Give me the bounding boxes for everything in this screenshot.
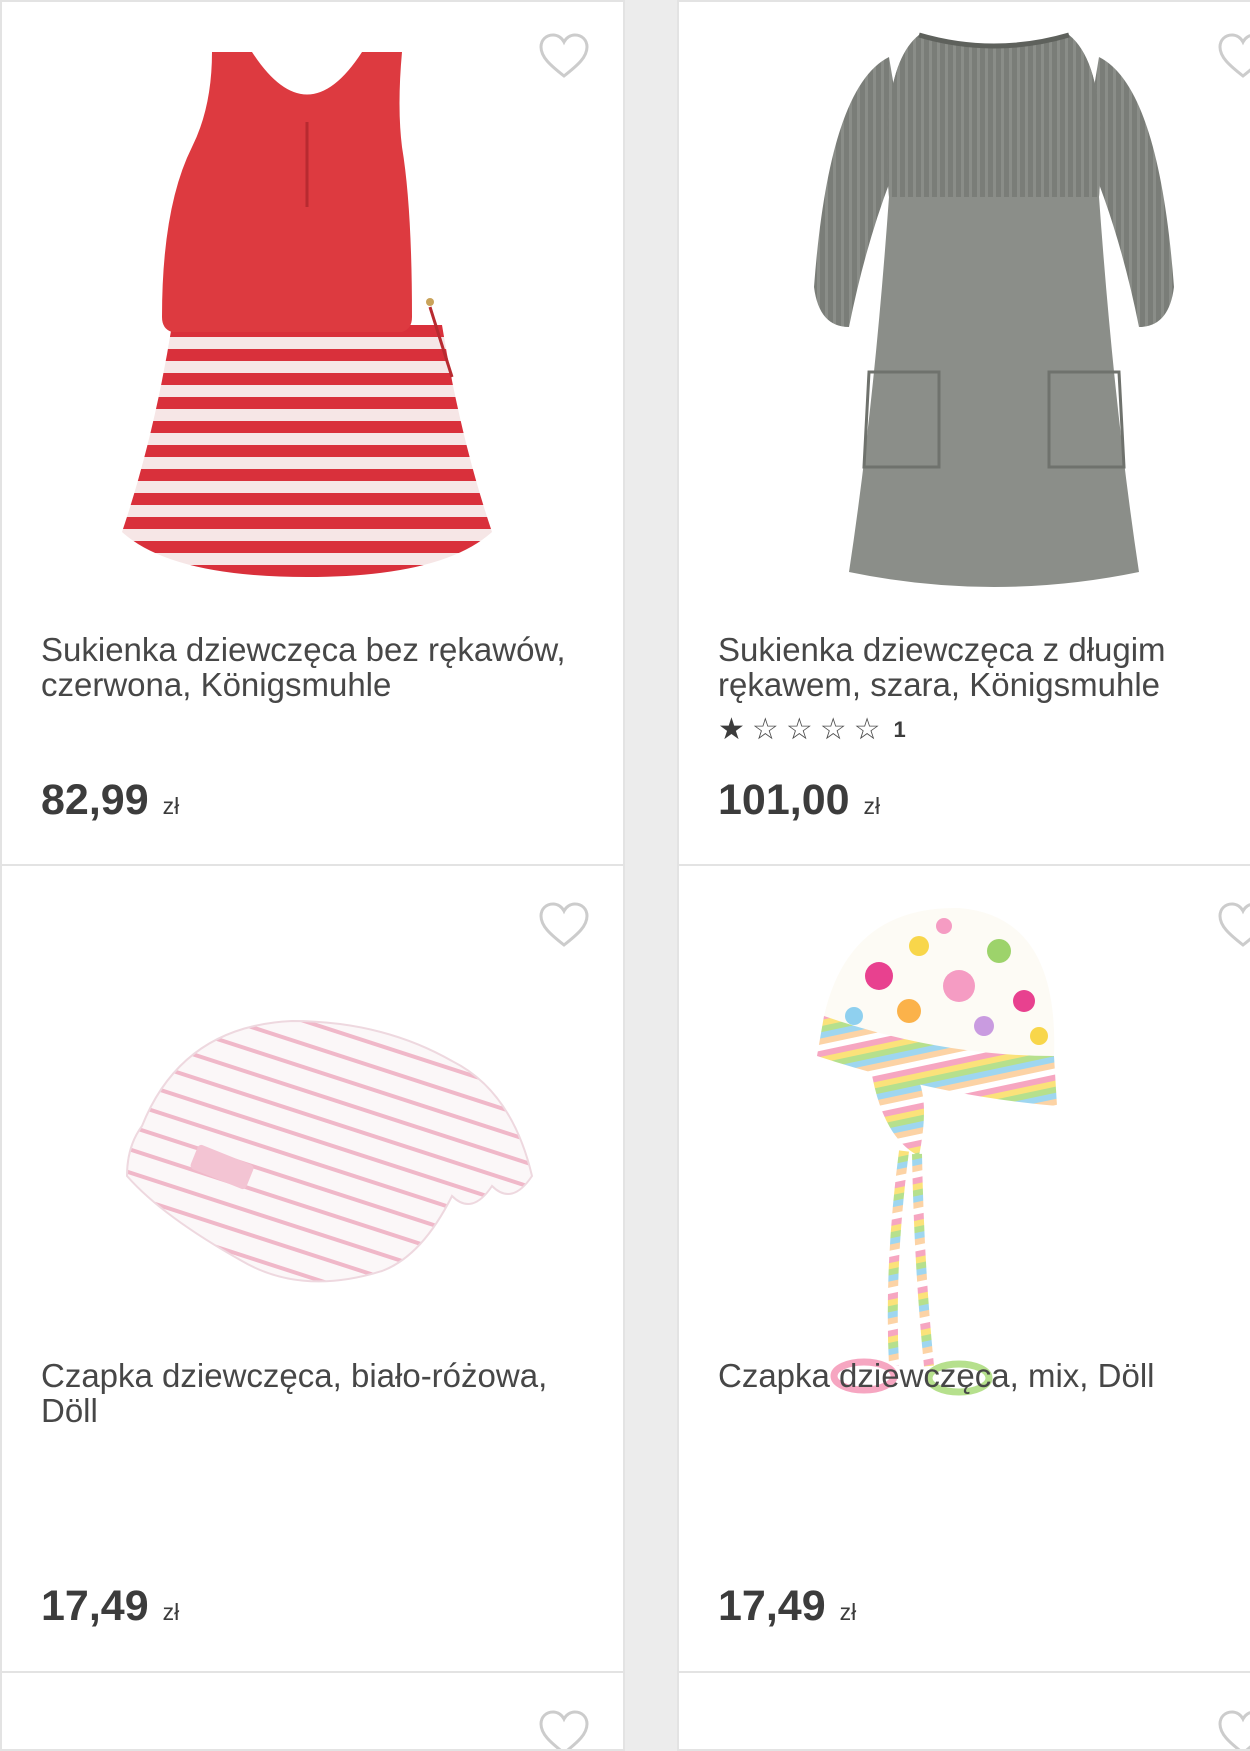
product-price: 17,49 zł bbox=[41, 1582, 179, 1631]
price-value: 101,00 bbox=[718, 776, 850, 824]
polka-dot-hat-image[interactable] bbox=[809, 906, 1069, 1406]
star-outline-icon: ☆ bbox=[819, 713, 847, 746]
price-currency: zł bbox=[839, 1599, 857, 1625]
product-name[interactable]: Sukienka dziewczęca bez rękawów, czerwon… bbox=[41, 632, 601, 702]
price-currency: zł bbox=[162, 793, 180, 819]
star-outline-icon: ☆ bbox=[853, 713, 881, 746]
product-price: 101,00 zł bbox=[718, 776, 880, 825]
product-name[interactable]: Sukienka dziewczęca z długim rękawem, sz… bbox=[718, 632, 1250, 702]
product-grid: Sukienka dziewczęca bez rękawów, czerwon… bbox=[0, 0, 1250, 1751]
rating-count: 1 bbox=[893, 717, 906, 742]
product-name[interactable]: Czapka dziewczęca, biało-różowa, Döll bbox=[41, 1358, 601, 1428]
product-price: 82,99 zł bbox=[41, 776, 179, 825]
product-name[interactable]: Czapka dziewczęca, mix, Döll bbox=[718, 1358, 1250, 1393]
product-card-partial[interactable] bbox=[0, 1671, 625, 1751]
wishlist-heart-icon[interactable] bbox=[538, 901, 590, 949]
star-outline-icon: ☆ bbox=[785, 713, 813, 746]
price-currency: zł bbox=[162, 1599, 180, 1625]
wishlist-heart-icon[interactable] bbox=[1217, 32, 1250, 80]
white-pink-hat-image[interactable] bbox=[122, 1006, 562, 1306]
price-currency: zł bbox=[863, 793, 881, 819]
price-value: 82,99 bbox=[41, 776, 149, 824]
product-card-partial[interactable] bbox=[677, 1671, 1250, 1751]
red-striped-dress-image[interactable] bbox=[112, 37, 502, 587]
rating-stars: ★ ☆ ☆ ☆ ☆ 1 bbox=[718, 714, 906, 746]
product-card[interactable]: Czapka dziewczęca, biało-różowa, Döll 17… bbox=[0, 864, 625, 1675]
wishlist-heart-icon[interactable] bbox=[538, 32, 590, 80]
product-price: 17,49 zł bbox=[718, 1582, 856, 1631]
product-card[interactable]: Sukienka dziewczęca bez rękawów, czerwon… bbox=[0, 0, 625, 866]
grey-knit-dress-image[interactable] bbox=[809, 27, 1179, 597]
price-value: 17,49 bbox=[41, 1582, 149, 1630]
star-outline-icon: ☆ bbox=[751, 713, 779, 746]
star-filled-icon: ★ bbox=[718, 713, 745, 746]
wishlist-heart-icon[interactable] bbox=[1217, 1709, 1250, 1749]
product-card[interactable]: Sukienka dziewczęca z długim rękawem, sz… bbox=[677, 0, 1250, 866]
product-card[interactable]: Czapka dziewczęca, mix, Döll 17,49 zł bbox=[677, 864, 1250, 1675]
wishlist-heart-icon[interactable] bbox=[1217, 901, 1250, 949]
price-value: 17,49 bbox=[718, 1582, 826, 1630]
wishlist-heart-icon[interactable] bbox=[538, 1709, 590, 1749]
